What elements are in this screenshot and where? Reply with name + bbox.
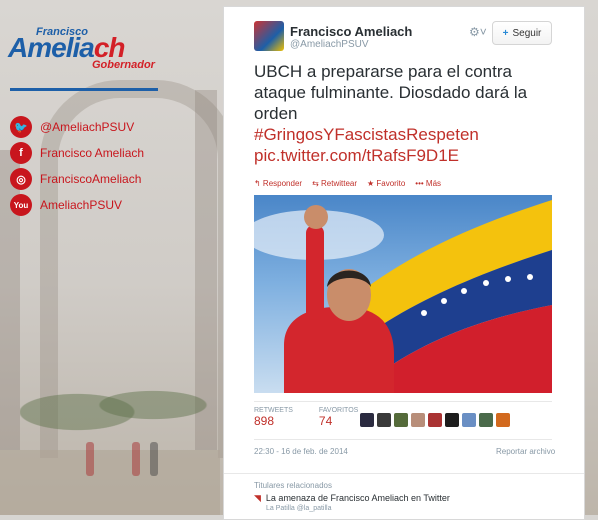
avatar[interactable] (445, 413, 459, 427)
tweet-body: UBCH a prepararse para el contra ataque … (254, 62, 528, 123)
favorite-button[interactable]: ★ Favorito (367, 179, 405, 188)
retweets-label: RETWEETS (254, 407, 293, 414)
tweet-photo[interactable] (254, 195, 552, 393)
avatar[interactable] (254, 21, 284, 51)
follow-label: Seguir (512, 27, 542, 39)
facebook-icon: f (10, 142, 32, 164)
avatar[interactable] (479, 413, 493, 427)
avatar[interactable] (360, 413, 374, 427)
avatar[interactable] (394, 413, 408, 427)
related-headline-text: La amenaza de Francisco Ameliach en Twit… (265, 493, 450, 503)
tweet-stats: RETWEETS 898 FAVORITOS 74 (254, 407, 358, 428)
gear-icon[interactable]: ⚙˅ (469, 25, 487, 39)
follow-plus-icon: + (502, 27, 509, 39)
divider (10, 88, 158, 91)
sidebar: Francisco Ameliach Gobernador 🐦 @Ameliac… (0, 0, 220, 515)
raised-fist (304, 205, 328, 229)
youtube-icon: You (10, 194, 32, 216)
logo-role: Gobernador (92, 59, 155, 71)
retweet-button[interactable]: ⇆ Retwittear (312, 179, 357, 188)
retweets-stat[interactable]: RETWEETS 898 (254, 407, 293, 428)
related-source[interactable]: La Patilla @la_patilla (266, 505, 331, 512)
tweet-timestamp[interactable]: 22:30 - 16 de feb. de 2014 (254, 447, 348, 456)
ameliach-logo: Francisco Ameliach Gobernador (8, 26, 160, 74)
twitter-bird-icon: 🐦 (10, 116, 32, 138)
avatar[interactable] (496, 413, 510, 427)
reply-button[interactable]: ↰ Responder (254, 179, 302, 188)
photo-illustration (254, 200, 552, 393)
social-link-instagram[interactable]: ◎ FranciscoAmeliach (10, 168, 141, 190)
retweets-count: 898 (254, 414, 275, 428)
avatar[interactable] (462, 413, 476, 427)
avatar[interactable] (377, 413, 391, 427)
instagram-icon: ◎ (10, 168, 32, 190)
person-shirt (284, 306, 394, 393)
social-link-twitter[interactable]: 🐦 @AmeliachPSUV (10, 116, 134, 138)
author-name[interactable]: Francisco Ameliach (290, 24, 412, 39)
tweet-actions: ↰ Responder ⇆ Retwittear ★ Favorito ••• … (254, 179, 441, 188)
social-label: AmeliachPSUV (40, 198, 123, 212)
social-label: @AmeliachPSUV (40, 120, 135, 134)
social-link-facebook[interactable]: f Francisco Ameliach (10, 142, 144, 164)
hashtag-link[interactable]: #GringosYFascistasRespeten (254, 124, 564, 145)
tweet-card: Francisco Ameliach @AmeliachPSUV ⚙˅ + Se… (223, 6, 585, 520)
report-link[interactable]: Reportar archivo (496, 447, 555, 456)
more-button[interactable]: ••• Más (415, 179, 441, 188)
divider (254, 439, 552, 440)
social-label: Francisco Ameliach (40, 146, 145, 160)
author-handle[interactable]: @AmeliachPSUV (290, 39, 369, 50)
favorites-stat[interactable]: FAVORITOS 74 (319, 407, 358, 428)
favorites-label: FAVORITOS (318, 407, 359, 414)
tweet-text: UBCH a prepararse para el contra ataque … (254, 61, 564, 166)
retweeter-avatars (360, 413, 510, 427)
divider (224, 473, 584, 474)
avatar[interactable] (411, 413, 425, 427)
related-headline[interactable]: ◥ La amenaza de Francisco Ameliach en Tw… (254, 493, 450, 504)
media-link[interactable]: pic.twitter.com/tRafsF9D1E (254, 145, 564, 166)
related-heading: Titulares relacionados (254, 481, 332, 490)
logo-last-name-a: Amelia (8, 32, 95, 63)
raised-arm (306, 225, 324, 320)
social-label: FranciscoAmeliach (40, 172, 142, 186)
divider (254, 401, 552, 402)
follow-button[interactable]: + Seguir (492, 21, 552, 45)
social-link-youtube[interactable]: You AmeliachPSUV (10, 194, 122, 216)
favorites-count: 74 (318, 414, 333, 428)
headline-icon: ◥ (254, 493, 261, 503)
avatar[interactable] (428, 413, 442, 427)
